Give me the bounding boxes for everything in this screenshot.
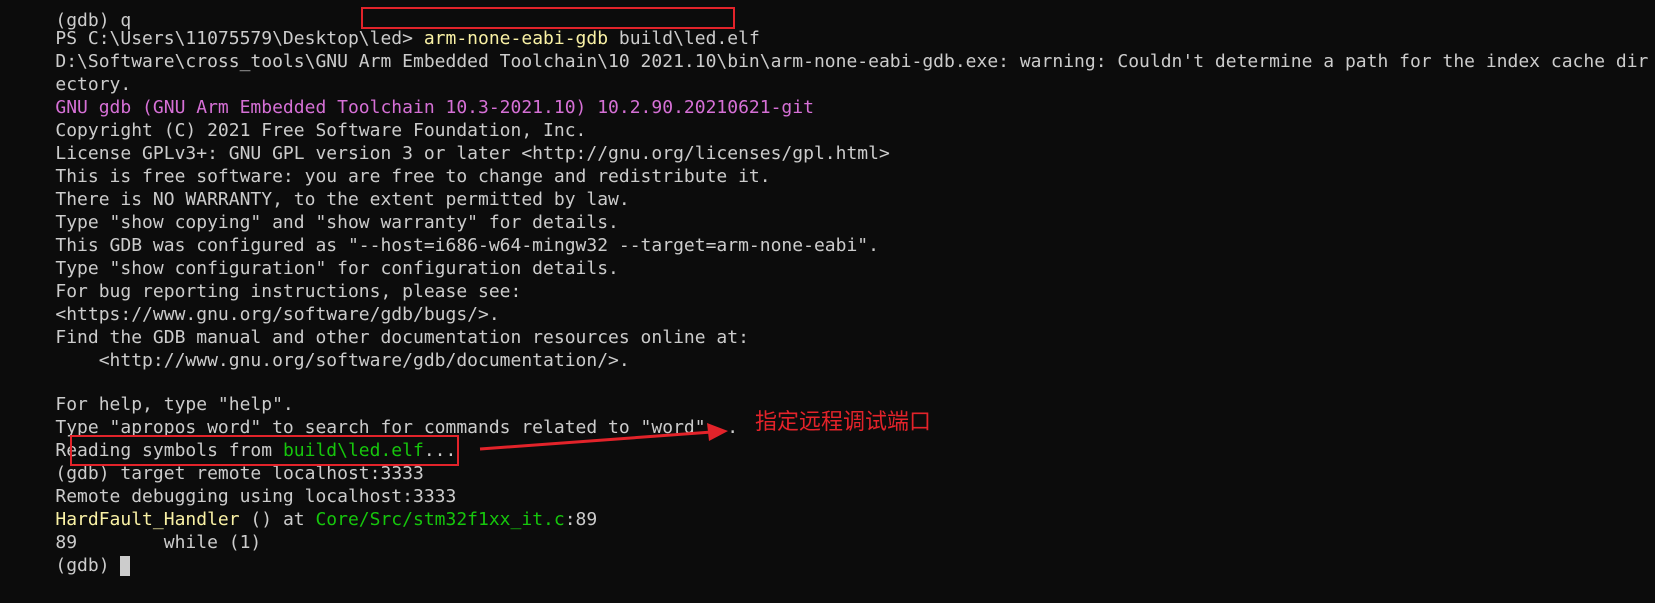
annotation-label: 指定远程调试端口	[755, 410, 932, 435]
annotation-arrow	[479, 423, 728, 451]
arrow-head	[707, 423, 728, 441]
terminal-window[interactable]: (gdb) q PS C:\Users\11075579\Desktop\led…	[0, 0, 1655, 603]
arrow-shaft	[479, 430, 713, 451]
